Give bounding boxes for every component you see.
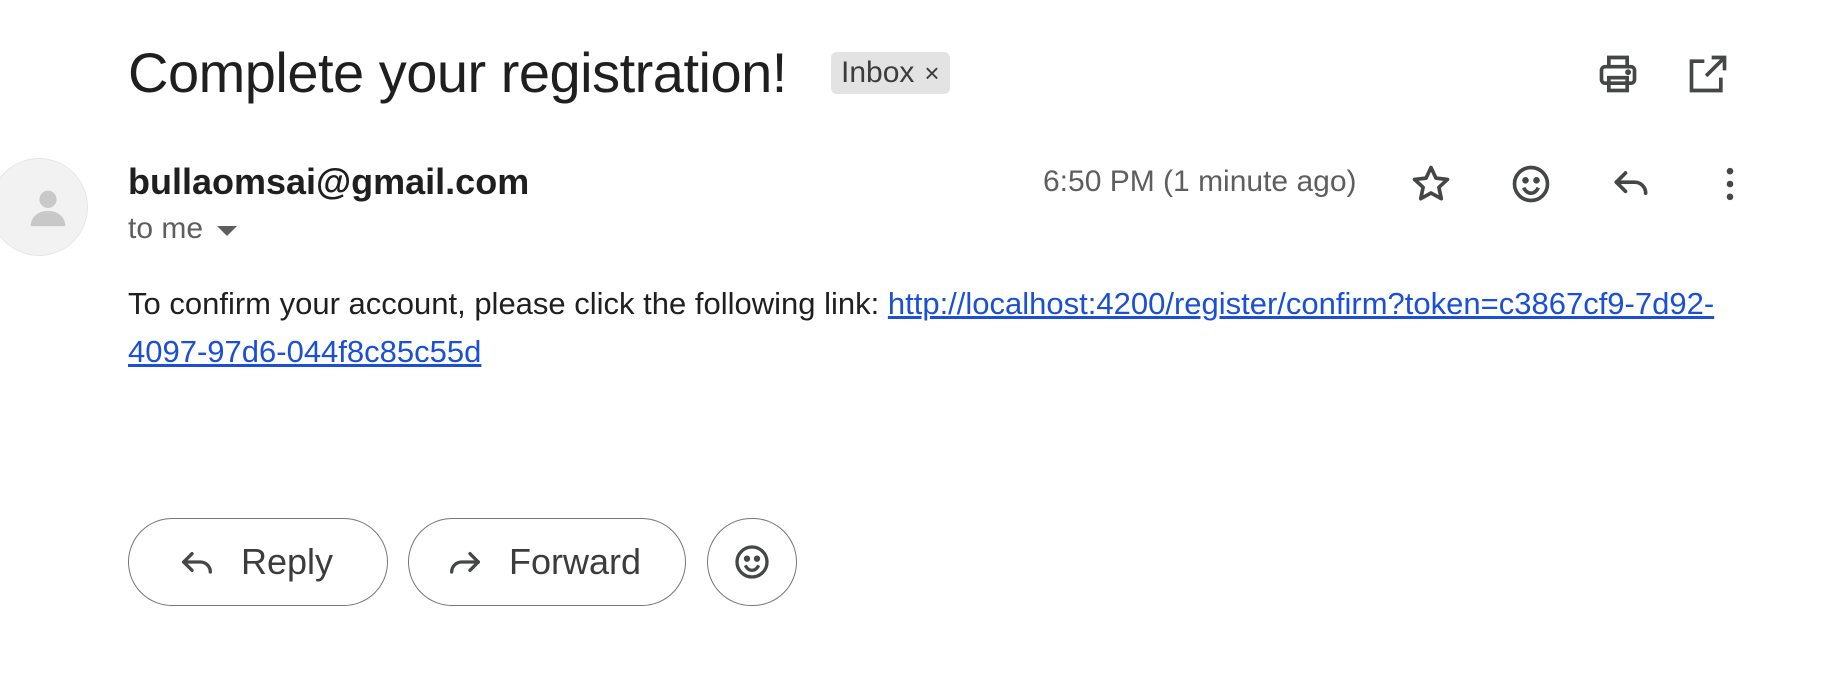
email-body: To confirm your account, please click th… — [128, 280, 1728, 376]
emoji-reaction-button[interactable] — [707, 518, 797, 606]
recipient-label: to me — [128, 212, 204, 245]
body-text: To confirm your account, please click th… — [128, 286, 888, 321]
emoji-icon — [735, 545, 769, 579]
reply-icon — [1614, 171, 1648, 195]
print-button[interactable] — [1594, 50, 1642, 98]
star-button[interactable] — [1405, 158, 1457, 210]
label-chip-text: Inbox — [841, 56, 915, 89]
star-icon — [1412, 165, 1450, 201]
email-timestamp: 6:50 PM (1 minute ago) — [1043, 165, 1357, 198]
remove-label-icon[interactable]: × — [924, 60, 939, 86]
reply-button-label: Reply — [241, 541, 334, 582]
emoji-react-icon — [1512, 165, 1550, 203]
open-in-new-window-icon — [1689, 55, 1727, 93]
inbox-label-chip[interactable]: Inbox × — [831, 52, 950, 94]
forward-button-label: Forward — [509, 541, 642, 582]
more-options-button[interactable] — [1704, 158, 1756, 210]
add-reaction-button[interactable] — [1505, 158, 1557, 210]
person-icon — [30, 190, 66, 227]
reply-button[interactable]: Reply — [128, 518, 388, 606]
more-vert-icon — [1726, 167, 1734, 201]
print-icon — [1599, 55, 1637, 93]
email-view: Complete your registration! Inbox × bull… — [0, 0, 1842, 694]
sender-email[interactable]: bullaomsai@gmail.com — [128, 160, 529, 204]
sender-avatar[interactable] — [0, 158, 88, 256]
reply-header-button[interactable] — [1605, 158, 1657, 210]
recipient-details-toggle[interactable]: to me — [128, 212, 238, 246]
chevron-down-icon — [217, 226, 238, 236]
forward-icon — [450, 552, 480, 574]
reply-icon — [182, 552, 212, 574]
forward-button[interactable]: Forward — [408, 518, 686, 606]
open-in-new-window-button[interactable] — [1684, 50, 1732, 98]
email-subject: Complete your registration! — [128, 41, 787, 104]
